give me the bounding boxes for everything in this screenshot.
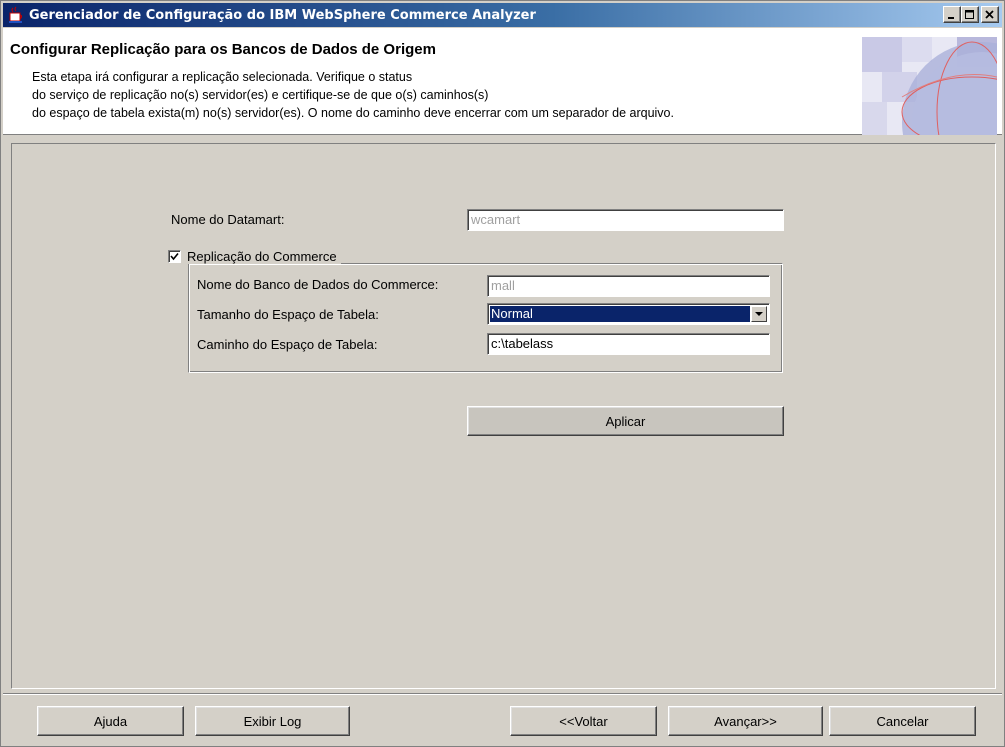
maximize-button[interactable] [961,6,979,23]
wizard-header: Configurar Replicação para os Bancos de … [3,28,1002,135]
title-bar[interactable]: Gerenciador de Configuração do IBM WebSp… [3,3,1002,27]
java-cup-icon [7,6,25,24]
minimize-icon [948,16,954,19]
tablespace-size-label: Tamanho do Espaço de Tabela: [197,307,379,322]
datamart-name-field[interactable]: wcamart [467,209,784,231]
description-line-1: Esta etapa irá configurar a replicação s… [32,70,413,84]
tablespace-path-field[interactable]: c:\tabelass [487,333,770,355]
footer-separator [3,693,1002,695]
tablespace-path-label: Caminho do Espaço de Tabela: [197,337,378,352]
close-icon [985,9,994,19]
back-button[interactable]: <<Voltar [510,706,657,736]
cancel-button[interactable]: Cancelar [829,706,976,736]
page-title: Configurar Replicação para os Bancos de … [10,41,436,58]
apply-button[interactable]: Aplicar [467,406,784,436]
commerce-replication-label: Replicação do Commerce [187,249,337,264]
close-button[interactable] [981,6,999,23]
window-title: Gerenciador de Configuração do IBM WebSp… [29,7,536,23]
config-manager-window: Gerenciador de Configuração do IBM WebSp… [0,0,1005,747]
dropdown-button[interactable] [751,306,767,322]
help-button[interactable]: Ajuda [37,706,184,736]
commerce-replication-checkbox[interactable]: Replicação do Commerce [168,249,341,264]
checkmark-icon [170,252,179,261]
show-log-button[interactable]: Exibir Log [195,706,350,736]
checkbox-box[interactable] [168,250,181,263]
globe-banner-image [862,37,997,135]
tablespace-size-value: Normal [490,306,750,322]
tablespace-size-select[interactable]: Normal [487,303,770,325]
chevron-down-icon [755,311,763,316]
description-line-2: do serviço de replicação no(s) servidor(… [32,88,489,102]
page-description: Esta etapa irá configurar a replicação s… [32,68,674,122]
next-button[interactable]: Avançar>> [668,706,823,736]
commerce-db-name-label: Nome do Banco de Dados do Commerce: [197,277,439,292]
description-line-3: do espaço de tabela exista(m) no(s) serv… [32,106,674,120]
minimize-button[interactable] [943,6,961,23]
maximize-icon [965,9,974,19]
datamart-name-label: Nome do Datamart: [171,212,285,227]
commerce-db-name-field[interactable]: mall [487,275,770,297]
